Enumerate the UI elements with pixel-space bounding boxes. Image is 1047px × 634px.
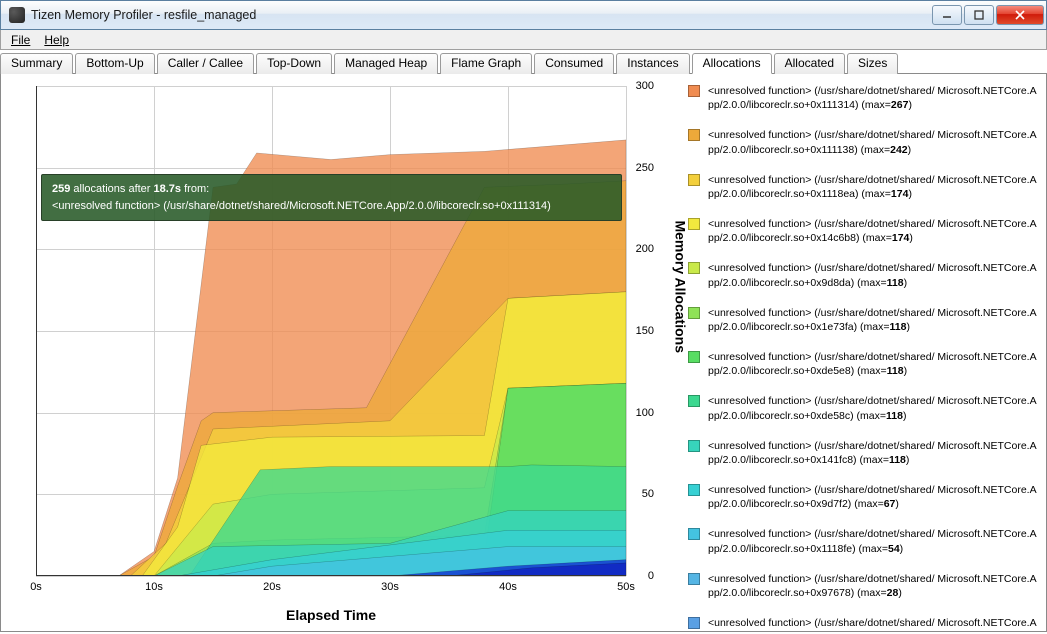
legend-swatch-icon	[688, 129, 700, 141]
legend-swatch-icon	[688, 573, 700, 585]
chart-tooltip: 259 allocations after 18.7s from:<unreso…	[41, 174, 622, 221]
legend-item[interactable]: <unresolved function> (/usr/share/dotnet…	[688, 306, 1042, 334]
legend-text: <unresolved function> (/usr/share/dotnet…	[708, 261, 1042, 289]
legend-swatch-icon	[688, 528, 700, 540]
legend-item[interactable]: <unresolved function> (/usr/share/dotnet…	[688, 84, 1042, 112]
y-tick-label: 200	[636, 243, 654, 255]
legend-item[interactable]: <unresolved function> (/usr/share/dotnet…	[688, 572, 1042, 600]
tab-flame-graph[interactable]: Flame Graph	[440, 53, 532, 74]
legend-item[interactable]: <unresolved function> (/usr/share/dotnet…	[688, 128, 1042, 156]
close-icon	[1015, 10, 1025, 20]
tab-instances[interactable]: Instances	[616, 53, 689, 74]
maximize-icon	[974, 10, 984, 20]
legend-text: <unresolved function> (/usr/share/dotnet…	[708, 217, 1042, 245]
tab-summary[interactable]: Summary	[0, 53, 73, 74]
x-axis-label: Elapsed Time	[36, 607, 626, 623]
legend-item[interactable]: <unresolved function> (/usr/share/dotnet…	[688, 616, 1042, 631]
axis-line	[36, 86, 37, 576]
minimize-icon	[942, 10, 952, 20]
menu-help[interactable]: Help	[38, 33, 75, 47]
tab-bar: SummaryBottom-UpCaller / CalleeTop-DownM…	[0, 52, 1047, 74]
window-titlebar: Tizen Memory Profiler - resfile_managed	[0, 0, 1047, 30]
legend-item[interactable]: <unresolved function> (/usr/share/dotnet…	[688, 483, 1042, 511]
content-pane: 050100150200250300 Memory Allocations 0s…	[0, 74, 1047, 632]
menu-file[interactable]: File	[5, 33, 36, 47]
minimize-button[interactable]	[932, 5, 962, 25]
axis-line	[36, 575, 626, 576]
legend-text: <unresolved function> (/usr/share/dotnet…	[708, 439, 1042, 467]
y-tick-label: 0	[648, 570, 654, 582]
legend-scroll[interactable]: <unresolved function> (/usr/share/dotnet…	[688, 84, 1042, 631]
legend-item[interactable]: <unresolved function> (/usr/share/dotnet…	[688, 527, 1042, 555]
legend-text: <unresolved function> (/usr/share/dotnet…	[708, 84, 1042, 112]
legend-item[interactable]: <unresolved function> (/usr/share/dotnet…	[688, 173, 1042, 201]
app-icon	[9, 7, 25, 23]
legend-swatch-icon	[688, 351, 700, 363]
legend-swatch-icon	[688, 617, 700, 629]
menu-bar: File Help	[0, 30, 1047, 50]
y-tick-label: 50	[642, 488, 654, 500]
chart-plot[interactable]	[36, 86, 626, 576]
x-tick-label: 30s	[381, 581, 399, 593]
legend-item[interactable]: <unresolved function> (/usr/share/dotnet…	[688, 261, 1042, 289]
legend-item[interactable]: <unresolved function> (/usr/share/dotnet…	[688, 217, 1042, 245]
legend-swatch-icon	[688, 85, 700, 97]
window-controls	[932, 5, 1044, 25]
tab-sizes[interactable]: Sizes	[847, 53, 898, 74]
tab-allocations[interactable]: Allocations	[692, 53, 772, 74]
legend-item[interactable]: <unresolved function> (/usr/share/dotnet…	[688, 394, 1042, 422]
allocations-chart-area[interactable]: 050100150200250300 Memory Allocations 0s…	[1, 74, 686, 631]
x-tick-label: 10s	[145, 581, 163, 593]
x-tick-label: 20s	[263, 581, 281, 593]
legend-text: <unresolved function> (/usr/share/dotnet…	[708, 394, 1042, 422]
legend-swatch-icon	[688, 484, 700, 496]
legend-text: <unresolved function> (/usr/share/dotnet…	[708, 527, 1042, 555]
legend-text: <unresolved function> (/usr/share/dotnet…	[708, 483, 1042, 511]
title-left: Tizen Memory Profiler - resfile_managed	[9, 7, 256, 23]
legend-swatch-icon	[688, 174, 700, 186]
y-axis: 050100150200250300	[626, 86, 654, 576]
x-axis: 0s10s20s30s40s50s	[36, 581, 626, 601]
legend-panel: <unresolved function> (/usr/share/dotnet…	[686, 74, 1046, 631]
x-tick-label: 0s	[30, 581, 42, 593]
legend-swatch-icon	[688, 218, 700, 230]
window-title: Tizen Memory Profiler - resfile_managed	[31, 8, 256, 22]
tab-bottom-up[interactable]: Bottom-Up	[75, 53, 154, 74]
tab-consumed[interactable]: Consumed	[534, 53, 614, 74]
gridline	[36, 576, 626, 577]
close-button[interactable]	[996, 5, 1044, 25]
y-tick-label: 300	[636, 80, 654, 92]
x-tick-label: 40s	[499, 581, 517, 593]
legend-item[interactable]: <unresolved function> (/usr/share/dotnet…	[688, 439, 1042, 467]
legend-item[interactable]: <unresolved function> (/usr/share/dotnet…	[688, 350, 1042, 378]
legend-text: <unresolved function> (/usr/share/dotnet…	[708, 572, 1042, 600]
legend-text: <unresolved function> (/usr/share/dotnet…	[708, 173, 1042, 201]
y-tick-label: 100	[636, 407, 654, 419]
legend-text: <unresolved function> (/usr/share/dotnet…	[708, 350, 1042, 378]
y-tick-label: 250	[636, 162, 654, 174]
tab-managed-heap[interactable]: Managed Heap	[334, 53, 438, 74]
legend-swatch-icon	[688, 440, 700, 452]
legend-text: <unresolved function> (/usr/share/dotnet…	[708, 128, 1042, 156]
legend-swatch-icon	[688, 262, 700, 274]
maximize-button[interactable]	[964, 5, 994, 25]
y-tick-label: 150	[636, 325, 654, 337]
legend-swatch-icon	[688, 307, 700, 319]
legend-swatch-icon	[688, 395, 700, 407]
tab-allocated[interactable]: Allocated	[774, 53, 845, 74]
legend-text: <unresolved function> (/usr/share/dotnet…	[708, 306, 1042, 334]
tab-caller-callee[interactable]: Caller / Callee	[157, 53, 254, 74]
legend-text: <unresolved function> (/usr/share/dotnet…	[708, 616, 1042, 631]
tab-top-down[interactable]: Top-Down	[256, 53, 332, 74]
x-tick-label: 50s	[617, 581, 635, 593]
